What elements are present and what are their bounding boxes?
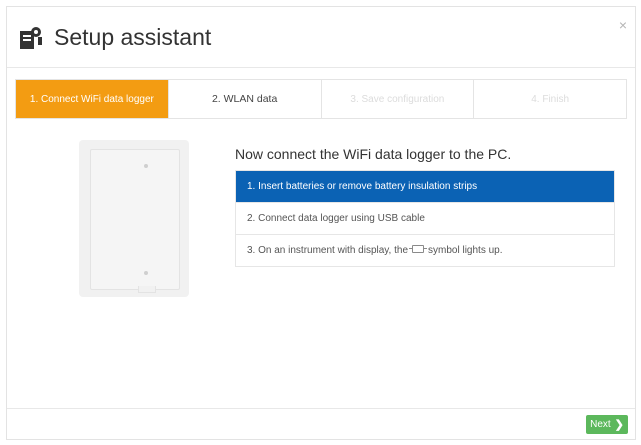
close-icon[interactable]: ×: [619, 17, 627, 33]
step-save-configuration: 3. Save configuration: [322, 80, 475, 118]
data-logger-device: [90, 149, 180, 293]
instruction-item-connect-usb[interactable]: 2. Connect data logger using USB cable: [236, 203, 614, 235]
instruction-item-symbol-lights[interactable]: 3. On an instrument with display, the sy…: [236, 235, 614, 266]
data-logger-image: [79, 140, 189, 297]
step-finish: 4. Finish: [531, 93, 570, 105]
instruction-item-insert-batteries[interactable]: 1. Insert batteries or remove battery in…: [236, 171, 614, 203]
dialog-header: Setup assistant ×: [7, 7, 635, 68]
step-connect-wifi-data-logger[interactable]: 1. Connect WiFi data logger: [16, 80, 169, 118]
next-button-label: Next: [590, 419, 611, 430]
device-screw-top: [144, 164, 148, 168]
instruction-list: 1. Insert batteries or remove battery in…: [235, 170, 615, 267]
dialog-footer: Next ❯: [7, 408, 635, 439]
setup-assistant-dialog: Setup assistant × 1. Connect WiFi data l…: [6, 6, 636, 440]
instruction-heading: Now connect the WiFi data logger to the …: [235, 146, 512, 162]
connection-symbol-icon: [409, 244, 428, 253]
instruction-text-after: symbol lights up.: [428, 245, 503, 256]
chevron-right-icon: ❯: [614, 419, 624, 431]
wizard-steps: 1. Connect WiFi data logger 2. WLAN data…: [15, 79, 627, 119]
dialog-title: Setup assistant: [54, 24, 212, 50]
step-wlan-data[interactable]: 2. WLAN data: [169, 80, 322, 118]
next-button[interactable]: Next ❯: [586, 415, 628, 434]
setup-assistant-icon: [20, 27, 42, 49]
instruction-text-before: 3. On an instrument with display, the: [247, 245, 409, 256]
device-usb-tab: [138, 286, 156, 293]
device-screw-bottom: [144, 271, 148, 275]
